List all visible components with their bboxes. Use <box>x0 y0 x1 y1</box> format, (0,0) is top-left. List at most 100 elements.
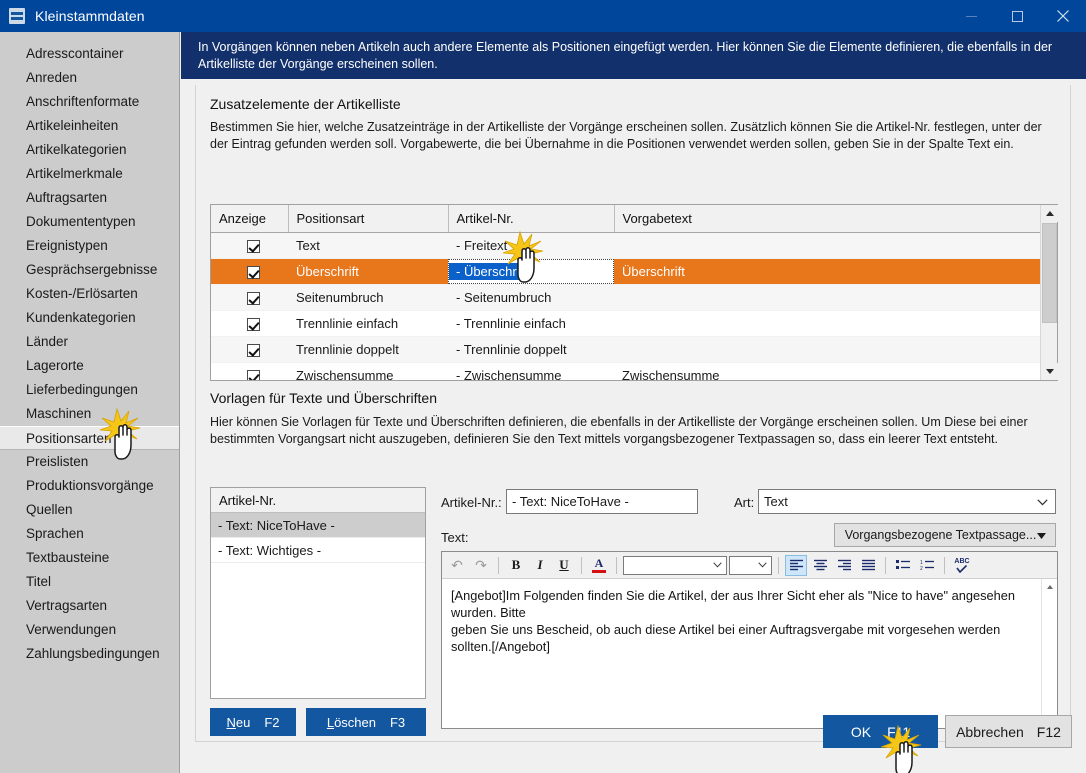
row-checkbox-cell[interactable] <box>211 284 288 310</box>
cell-positionsart[interactable]: Trennlinie doppelt <box>288 336 448 362</box>
list-item[interactable]: - Text: Wichtiges - <box>211 538 425 563</box>
sidebar-item-vertragsarten[interactable]: Vertragsarten <box>0 594 179 618</box>
table-row[interactable]: Trennlinie doppelt - Trennlinie doppelt <box>211 336 1040 362</box>
sidebar-item-laender[interactable]: Länder <box>0 330 179 354</box>
sidebar-item-kundenkategorien[interactable]: Kundenkategorien <box>0 306 179 330</box>
sidebar-item-anschriftenformate[interactable]: Anschriftenformate <box>0 90 179 114</box>
align-center-icon[interactable] <box>809 555 831 576</box>
sidebar-item-artikeleinheiten[interactable]: Artikeleinheiten <box>0 114 179 138</box>
cell-artikelnr-editing[interactable]: - Überschrift <box>448 258 614 284</box>
sidebar-item-anreden[interactable]: Anreden <box>0 66 179 90</box>
checkbox-anzeige[interactable] <box>247 240 260 253</box>
sidebar-item-lagerorte[interactable]: Lagerorte <box>0 354 179 378</box>
delete-button[interactable]: Löschen F3 <box>306 708 426 736</box>
sidebar-item-textbausteine[interactable]: Textbausteine <box>0 546 179 570</box>
sidebar-item-titel[interactable]: Titel <box>0 570 179 594</box>
table-row[interactable]: Trennlinie einfach - Trennlinie einfach <box>211 310 1040 336</box>
cell-vorgabetext[interactable] <box>614 232 1040 258</box>
sidebar-item-auftragsarten[interactable]: Auftragsarten <box>0 186 179 210</box>
row-checkbox-cell[interactable] <box>211 362 288 380</box>
sidebar-item-maschinen[interactable]: Maschinen <box>0 402 179 426</box>
cell-vorgabetext[interactable]: Zwischensumme <box>614 362 1040 380</box>
sidebar-item-adresscontainer[interactable]: Adresscontainer <box>0 42 179 66</box>
table-row[interactable]: Überschrift - Überschrift Überschrift <box>211 258 1040 284</box>
table-row[interactable]: Zwischensumme - Zwischensumme Zwischensu… <box>211 362 1040 380</box>
art-select[interactable]: Text <box>758 489 1056 514</box>
row-checkbox-cell[interactable] <box>211 310 288 336</box>
row-checkbox-cell[interactable] <box>211 232 288 258</box>
font-family-select[interactable] <box>623 556 727 575</box>
cell-vorgabetext[interactable]: Überschrift <box>614 258 1040 284</box>
artikelnr-input[interactable] <box>506 489 698 514</box>
cell-artikelnr[interactable]: - Seitenumbruch <box>448 284 614 310</box>
cell-positionsart[interactable]: Seitenumbruch <box>288 284 448 310</box>
close-icon[interactable] <box>1040 0 1086 32</box>
font-color-icon[interactable]: A <box>588 555 610 576</box>
table-row[interactable]: Text - Freitext <box>211 232 1040 258</box>
ok-button[interactable]: OK F11 <box>823 715 938 748</box>
sidebar-item-kosten-erloesarten[interactable]: Kosten-/Erlösarten <box>0 282 179 306</box>
column-header-positionsart[interactable]: Positionsart <box>288 205 448 232</box>
checkbox-anzeige[interactable] <box>247 266 260 279</box>
list-item[interactable]: - Text: NiceToHave - <box>211 513 425 538</box>
column-header-vorgabetext[interactable]: Vorgabetext <box>614 205 1040 232</box>
align-right-icon[interactable] <box>833 555 855 576</box>
minimize-icon[interactable] <box>948 0 994 32</box>
cell-positionsart[interactable]: Überschrift <box>288 258 448 284</box>
cell-positionsart[interactable]: Trennlinie einfach <box>288 310 448 336</box>
bold-icon[interactable]: B <box>505 555 527 576</box>
cell-artikelnr[interactable]: - Zwischensumme <box>448 362 614 380</box>
scroll-down-arrow-icon[interactable] <box>1041 363 1058 380</box>
cell-positionsart[interactable]: Text <box>288 232 448 258</box>
sidebar-item-verwendungen[interactable]: Verwendungen <box>0 618 179 642</box>
checkbox-anzeige[interactable] <box>247 370 260 380</box>
bullet-list-icon[interactable] <box>892 555 914 576</box>
sidebar-item-dokumententypen[interactable]: Dokumententypen <box>0 210 179 234</box>
sidebar-item-gespraechsergebnisse[interactable]: Gesprächsergebnisse <box>0 258 179 282</box>
align-justify-icon[interactable] <box>857 555 879 576</box>
positionsarten-table[interactable]: Anzeige Positionsart Artikel-Nr. Vorgabe… <box>210 204 1058 381</box>
editor-body[interactable]: [Angebot]Im Folgenden finden Sie die Art… <box>442 579 1057 729</box>
undo-icon[interactable]: ↶ <box>446 555 468 576</box>
table-vertical-scrollbar[interactable] <box>1040 205 1057 380</box>
italic-icon[interactable]: I <box>529 555 551 576</box>
vorlagen-listbox[interactable]: Artikel-Nr. - Text: NiceToHave - - Text:… <box>210 487 426 699</box>
redo-icon[interactable]: ↷ <box>470 555 492 576</box>
numbered-list-icon[interactable]: 12 <box>916 555 938 576</box>
table-row[interactable]: Seitenumbruch - Seitenumbruch <box>211 284 1040 310</box>
align-left-icon[interactable] <box>785 555 807 576</box>
cell-artikelnr[interactable]: - Trennlinie einfach <box>448 310 614 336</box>
textpassage-button[interactable]: Vorgangsbezogene Textpassage... <box>834 523 1056 547</box>
checkbox-anzeige[interactable] <box>247 318 260 331</box>
cell-vorgabetext[interactable] <box>614 284 1040 310</box>
inline-edit-input[interactable]: - Überschrift <box>448 259 614 284</box>
sidebar-item-preislisten[interactable]: Preislisten <box>0 450 179 474</box>
editor-vertical-scrollbar[interactable] <box>1041 579 1057 729</box>
spellcheck-icon[interactable]: ABC <box>951 555 973 576</box>
sidebar-item-zahlungsbedingungen[interactable]: Zahlungsbedingungen <box>0 642 179 666</box>
sidebar-item-sprachen[interactable]: Sprachen <box>0 522 179 546</box>
column-header-artikelnr[interactable]: Artikel-Nr. <box>448 205 614 232</box>
cell-vorgabetext[interactable] <box>614 310 1040 336</box>
new-button[interactable]: Neu F2 <box>210 708 296 736</box>
sidebar-item-positionsarten[interactable]: Positionsarten <box>0 426 179 450</box>
font-size-select[interactable] <box>729 556 772 575</box>
cell-artikelnr[interactable]: - Trennlinie doppelt <box>448 336 614 362</box>
sidebar-item-produktionsvorgaenge[interactable]: Produktionsvorgänge <box>0 474 179 498</box>
sidebar-item-quellen[interactable]: Quellen <box>0 498 179 522</box>
scroll-up-arrow-icon[interactable] <box>1041 205 1058 222</box>
cancel-button[interactable]: Abbrechen F12 <box>945 715 1072 748</box>
sidebar-item-lieferbedingungen[interactable]: Lieferbedingungen <box>0 378 179 402</box>
checkbox-anzeige[interactable] <box>247 344 260 357</box>
cell-positionsart[interactable]: Zwischensumme <box>288 362 448 380</box>
sidebar-item-artikelkategorien[interactable]: Artikelkategorien <box>0 138 179 162</box>
row-checkbox-cell[interactable] <box>211 258 288 284</box>
row-checkbox-cell[interactable] <box>211 336 288 362</box>
sidebar-item-ereignistypen[interactable]: Ereignistypen <box>0 234 179 258</box>
column-header-anzeige[interactable]: Anzeige <box>211 205 288 232</box>
cell-artikelnr[interactable]: - Freitext <box>448 232 614 258</box>
editor-scroll-up-icon[interactable] <box>1042 579 1058 594</box>
rich-text-editor[interactable]: ↶ ↷ B I U A <box>441 551 1058 729</box>
editor-content[interactable]: [Angebot]Im Folgenden finden Sie die Art… <box>442 579 1041 729</box>
scrollbar-thumb[interactable] <box>1042 223 1057 323</box>
